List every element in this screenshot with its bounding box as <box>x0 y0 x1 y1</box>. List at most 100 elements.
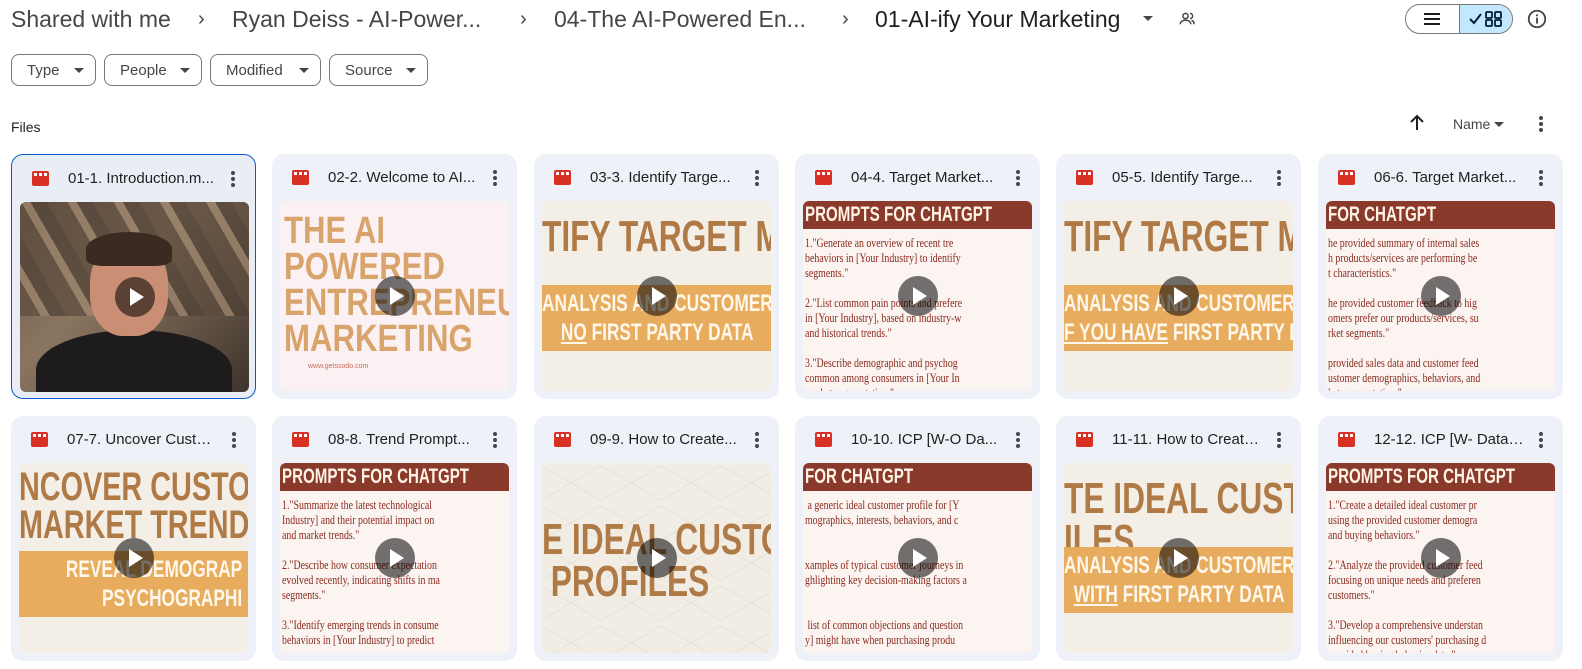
thumbnail-header: FOR CHATGPT <box>805 465 914 488</box>
breadcrumb-module-folder[interactable]: 04-The AI-Powered En... <box>554 4 806 34</box>
play-icon[interactable] <box>113 538 154 578</box>
file-name[interactable]: 08-8. Trend Prompt... <box>328 431 478 449</box>
video-file-icon <box>1076 432 1093 447</box>
folder-menu-caret-icon[interactable] <box>1143 16 1153 21</box>
play-icon[interactable] <box>1158 276 1199 316</box>
shared-people-icon[interactable] <box>1178 10 1196 28</box>
filter-people-chip[interactable]: People <box>104 54 202 86</box>
more-options-icon[interactable] <box>493 170 497 186</box>
play-icon[interactable] <box>897 538 938 578</box>
more-options-icon[interactable] <box>231 171 235 187</box>
file-card[interactable]: 05-5. Identify Targe... TIFY TARGET MARAN… <box>1056 154 1301 399</box>
sort-by-button[interactable]: Name <box>1453 116 1490 132</box>
video-thumbnail[interactable]: PROMPTS FOR CHATGPT 1."Create a detailed … <box>1326 463 1555 653</box>
play-icon[interactable] <box>374 538 415 578</box>
file-name[interactable]: 02-2. Welcome to AI... <box>328 169 478 187</box>
file-card[interactable]: 08-8. Trend Prompt... PROMPTS FOR CHATGPT… <box>272 416 517 661</box>
file-name[interactable]: 04-4. Target Market... <box>851 169 1001 187</box>
play-icon[interactable] <box>1420 276 1461 316</box>
play-icon[interactable] <box>114 277 155 317</box>
chevron-right-icon: › <box>520 8 527 30</box>
more-options-icon[interactable] <box>1277 432 1281 448</box>
video-thumbnail[interactable]: PROMPTS FOR CHATGPT 1."Generate an overvi… <box>803 201 1032 391</box>
more-options-icon[interactable] <box>755 432 759 448</box>
breadcrumb-shared-with-me[interactable]: Shared with me <box>11 4 171 34</box>
play-icon[interactable] <box>897 276 938 316</box>
chevron-right-icon: › <box>842 8 849 30</box>
info-icon[interactable] <box>1526 8 1548 30</box>
file-card[interactable]: 09-9. How to Create... E IDEAL CUSTOMI PR… <box>534 416 779 661</box>
video-thumbnail[interactable]: THE AI POWERED ENTREPRENEUR: MARKETINGww… <box>280 201 509 391</box>
filter-source-chip[interactable]: Source <box>329 54 428 86</box>
filter-modified-label: Modified <box>226 61 283 79</box>
file-card[interactable]: 07-7. Uncover Custo... NCOVER CUSTON MARKE… <box>11 416 256 661</box>
thumbnail-title: TE IDEAL CUSTOM <box>1064 474 1293 523</box>
caret-down-icon[interactable] <box>1494 122 1504 127</box>
more-options-icon[interactable] <box>232 432 236 448</box>
more-options-icon[interactable] <box>1016 170 1020 186</box>
play-icon[interactable] <box>636 538 677 578</box>
video-thumbnail[interactable]: PROMPTS FOR CHATGPT 1."Summarize the late… <box>280 463 509 653</box>
section-title: Files <box>11 119 41 135</box>
file-card[interactable]: 02-2. Welcome to AI... THE AI POWERED ENT… <box>272 154 517 399</box>
breadcrumb-course-folder[interactable]: Ryan Deiss - AI-Power... <box>232 4 481 34</box>
video-thumbnail[interactable]: TIFY TARGET MARANALYSIS AND CUSTOMER FEN… <box>542 201 771 391</box>
video-thumbnail[interactable]: TIFY TARGET MARANALYSIS AND CUSTOMER FEF… <box>1064 201 1293 391</box>
band-underlined: WITH <box>1073 581 1118 608</box>
more-options-icon[interactable] <box>1539 432 1543 448</box>
play-icon[interactable] <box>636 276 677 316</box>
more-options-icon[interactable] <box>493 432 497 448</box>
file-card-header: 11-11. How to Create... <box>1056 416 1301 462</box>
play-icon[interactable] <box>1158 538 1199 578</box>
video-thumbnail[interactable]: NCOVER CUSTON MARKET TRENDS REVEAL DEMOGRA… <box>19 463 248 653</box>
filter-source-label: Source <box>345 61 393 79</box>
more-options-icon[interactable] <box>1539 116 1543 132</box>
file-name[interactable]: 03-3. Identify Targe... <box>590 169 740 187</box>
video-thumbnail[interactable] <box>20 202 249 392</box>
video-thumbnail[interactable]: TE IDEAL CUSTOMILESANALYSIS AND CUSTOMER… <box>1064 463 1293 653</box>
file-name[interactable]: 12-12. ICP [W- Data]... <box>1374 431 1524 449</box>
file-name[interactable]: 05-5. Identify Targe... <box>1112 169 1262 187</box>
file-name[interactable]: 06-6. Target Market... <box>1374 169 1524 187</box>
more-options-icon[interactable] <box>1277 170 1281 186</box>
video-thumbnail[interactable]: E IDEAL CUSTOMI PROFILES <box>542 463 771 653</box>
more-options-icon[interactable] <box>755 170 759 186</box>
file-card[interactable]: 04-4. Target Market... PROMPTS FOR CHATGP… <box>795 154 1040 399</box>
sort-direction-arrow-icon[interactable] <box>1408 114 1426 132</box>
video-thumbnail[interactable]: FOR CHATGPT he provided summary of intern… <box>1326 201 1555 391</box>
play-icon[interactable] <box>374 276 415 316</box>
file-card-header: 09-9. How to Create... <box>534 416 779 462</box>
filter-people-label: People <box>120 61 167 79</box>
video-file-icon <box>292 170 309 185</box>
file-card[interactable]: 03-3. Identify Targe... TIFY TARGET MARAN… <box>534 154 779 399</box>
band-line-2: F YOU HAVE FIRST PARTY DAT <box>1064 318 1293 347</box>
grid-view-button[interactable] <box>1458 5 1512 33</box>
thumbnail-url: www.getssodo.com <box>308 363 369 370</box>
play-icon[interactable] <box>1420 538 1461 578</box>
file-card[interactable]: 06-6. Target Market... FOR CHATGPT he prov… <box>1318 154 1563 399</box>
more-options-icon[interactable] <box>1539 170 1543 186</box>
band-line-2: WITH FIRST PARTY DATA <box>1064 580 1293 609</box>
file-card[interactable]: 12-12. ICP [W- Data]... PROMPTS FOR CHATG… <box>1318 416 1563 661</box>
file-name[interactable]: 10-10. ICP [W-O Da... <box>851 431 1001 449</box>
video-thumbnail[interactable]: FOR CHATGPT a generic ideal customer pro… <box>803 463 1032 653</box>
file-name[interactable]: 09-9. How to Create... <box>590 431 740 449</box>
video-file-icon <box>554 170 571 185</box>
band-line-2: NO FIRST PARTY DATA <box>542 318 771 347</box>
file-card[interactable]: 01-1. Introduction.m... <box>11 154 256 399</box>
file-card[interactable]: 10-10. ICP [W-O Da... FOR CHATGPT a gener… <box>795 416 1040 661</box>
file-card[interactable]: 11-11. How to Create... TE IDEAL CUSTOMIL… <box>1056 416 1301 661</box>
thumbnail-title: TIFY TARGET MAR <box>1064 212 1293 261</box>
breadcrumb: Shared with me › Ryan Deiss - AI-Power..… <box>0 0 1582 40</box>
file-name[interactable]: 01-1. Introduction.m... <box>68 170 218 188</box>
list-view-button[interactable] <box>1406 5 1459 33</box>
video-file-icon <box>1338 170 1355 185</box>
file-name[interactable]: 07-7. Uncover Custo... <box>67 431 217 449</box>
filter-modified-chip[interactable]: Modified <box>210 54 321 86</box>
breadcrumb-current-folder[interactable]: 01-AI-ify Your Marketing <box>875 4 1120 34</box>
filter-type-chip[interactable]: Type <box>11 54 96 86</box>
file-name[interactable]: 11-11. How to Create... <box>1112 431 1262 449</box>
more-options-icon[interactable] <box>1016 432 1020 448</box>
file-card-header: 04-4. Target Market... <box>795 154 1040 200</box>
file-card-header: 02-2. Welcome to AI... <box>272 154 517 200</box>
